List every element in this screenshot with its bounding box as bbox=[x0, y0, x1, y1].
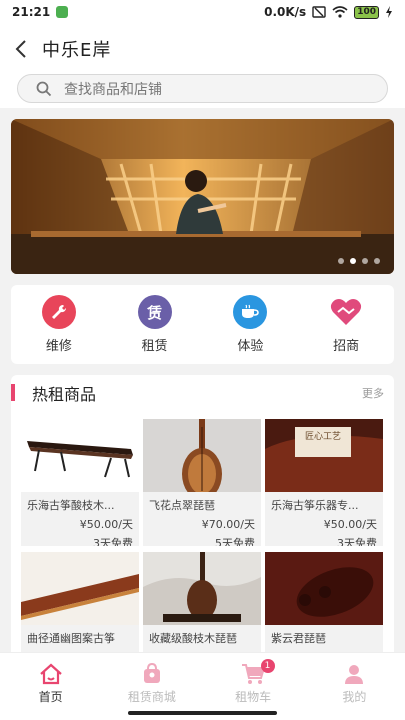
search-input[interactable]: 查找商品和店铺 bbox=[17, 74, 388, 103]
search-placeholder: 查找商品和店铺 bbox=[64, 81, 162, 98]
status-indicators: 0.0K/s 100 bbox=[264, 5, 393, 19]
section-title: 热租商品 bbox=[32, 385, 97, 404]
product-price: ¥70.00/天 bbox=[201, 518, 255, 531]
chevron-left-icon bbox=[15, 40, 26, 58]
pipa-purple-image bbox=[265, 552, 383, 625]
pipa-collection-image bbox=[143, 552, 261, 625]
product-name: 曲径通幽图案古筝 bbox=[27, 632, 115, 645]
carousel-dot-active[interactable] bbox=[350, 258, 356, 264]
product-card[interactable]: 收藏级酸枝木琵琶 ¥500.00/天 bbox=[143, 552, 261, 660]
tab-home[interactable]: 首页 bbox=[0, 653, 101, 720]
product-name: 乐海古筝乐器专... bbox=[271, 499, 359, 512]
wrench-icon bbox=[41, 295, 76, 329]
page-title: 中乐E岸 bbox=[42, 40, 112, 61]
service-investment[interactable]: 招商 bbox=[306, 295, 386, 354]
carousel-dot[interactable] bbox=[374, 258, 380, 264]
banner-image bbox=[11, 119, 394, 274]
tab-label: 首页 bbox=[38, 690, 63, 704]
tab-label: 我的 bbox=[342, 690, 367, 704]
product-name: 飞花点翠琵琶 bbox=[149, 499, 215, 512]
pipa-image bbox=[143, 419, 261, 492]
product-card[interactable]: 匠心工艺 乐海古筝乐器专... ¥50.00/天 3天免费 bbox=[265, 419, 383, 546]
service-rent[interactable]: 赁 租赁 bbox=[115, 295, 195, 354]
tab-rental-mall[interactable]: 租赁商城 bbox=[101, 653, 202, 720]
tab-label: 租赁商城 bbox=[127, 690, 176, 704]
service-repair[interactable]: 维修 bbox=[19, 295, 99, 354]
guzheng-pattern-image bbox=[21, 552, 139, 625]
service-menu: 维修 赁 租赁 体验 招商 bbox=[11, 285, 394, 364]
product-price: ¥50.00/天 bbox=[79, 518, 133, 531]
battery-icon: 100 bbox=[354, 5, 379, 19]
product-card[interactable]: 曲径通幽图案古筝 ¥50.00/天 bbox=[21, 552, 139, 660]
product-card[interactable]: 飞花点翠琵琶 ¥70.00/天 5天免费 bbox=[143, 419, 261, 546]
product-card[interactable]: 乐海古筝酸枝木... ¥50.00/天 3天免费 bbox=[21, 419, 139, 546]
guzheng-image bbox=[21, 419, 139, 492]
section-accent-bar bbox=[11, 384, 15, 401]
user-icon bbox=[345, 665, 364, 684]
product-image-caption: 匠心工艺 bbox=[304, 432, 341, 442]
product-free-days: 3天免费 bbox=[337, 537, 377, 546]
service-label: 租赁 bbox=[141, 339, 168, 354]
tab-cart[interactable]: 1 租物车 bbox=[203, 653, 304, 720]
app-header: 中乐E岸 bbox=[0, 24, 405, 74]
sim-off-icon bbox=[312, 6, 326, 18]
product-free-days: 5天免费 bbox=[215, 537, 255, 546]
wifi-icon bbox=[332, 6, 348, 18]
product-price: ¥50.00/天 bbox=[323, 518, 377, 531]
home-icon bbox=[39, 663, 62, 685]
status-time: 21:21 bbox=[12, 5, 51, 19]
charging-icon bbox=[386, 6, 392, 18]
coffee-cup-icon bbox=[233, 295, 268, 329]
product-name: 收藏级酸枝木琵琶 bbox=[149, 632, 237, 645]
service-label: 维修 bbox=[45, 339, 72, 354]
more-link[interactable]: 更多 bbox=[362, 385, 384, 401]
section-header: 热租商品 更多 bbox=[11, 375, 394, 411]
search-icon bbox=[36, 81, 52, 96]
shop-bag-icon bbox=[143, 663, 160, 683]
service-experience[interactable]: 体验 bbox=[210, 295, 290, 354]
tab-mine[interactable]: 我的 bbox=[304, 653, 405, 720]
product-free-days: 3天免费 bbox=[93, 537, 133, 546]
service-label: 招商 bbox=[333, 339, 360, 354]
network-speed: 0.0K/s bbox=[264, 5, 307, 19]
carousel-dot[interactable] bbox=[362, 258, 368, 264]
back-button[interactable] bbox=[0, 24, 42, 74]
home-indicator[interactable] bbox=[128, 711, 277, 715]
handshake-heart-icon bbox=[329, 295, 363, 329]
cart-badge: 1 bbox=[260, 659, 275, 673]
rent-icon: 赁 bbox=[137, 295, 172, 329]
product-name: 紫云君琵琶 bbox=[271, 632, 326, 645]
notification-app-icon bbox=[56, 6, 69, 18]
bottom-tab-bar: 首页 租赁商城 1 租物车 我的 bbox=[0, 652, 405, 720]
carousel-dots bbox=[338, 258, 380, 264]
search-area: 查找商品和店铺 bbox=[0, 74, 405, 108]
carousel-dot[interactable] bbox=[338, 258, 344, 264]
product-name: 乐海古筝酸枝木... bbox=[27, 499, 115, 512]
hot-rentals-section: 热租商品 更多 乐海古筝酸枝木... ¥50.00/天 3天免费 飞花点翠琵琶 … bbox=[11, 375, 394, 660]
service-label: 体验 bbox=[237, 339, 264, 354]
banner-carousel[interactable] bbox=[11, 119, 394, 274]
status-bar: 21:21 0.0K/s 100 bbox=[0, 0, 405, 24]
product-card[interactable]: 紫云君琵琶 ¥100.00/天 bbox=[265, 552, 383, 660]
tab-label: 租物车 bbox=[235, 690, 272, 704]
